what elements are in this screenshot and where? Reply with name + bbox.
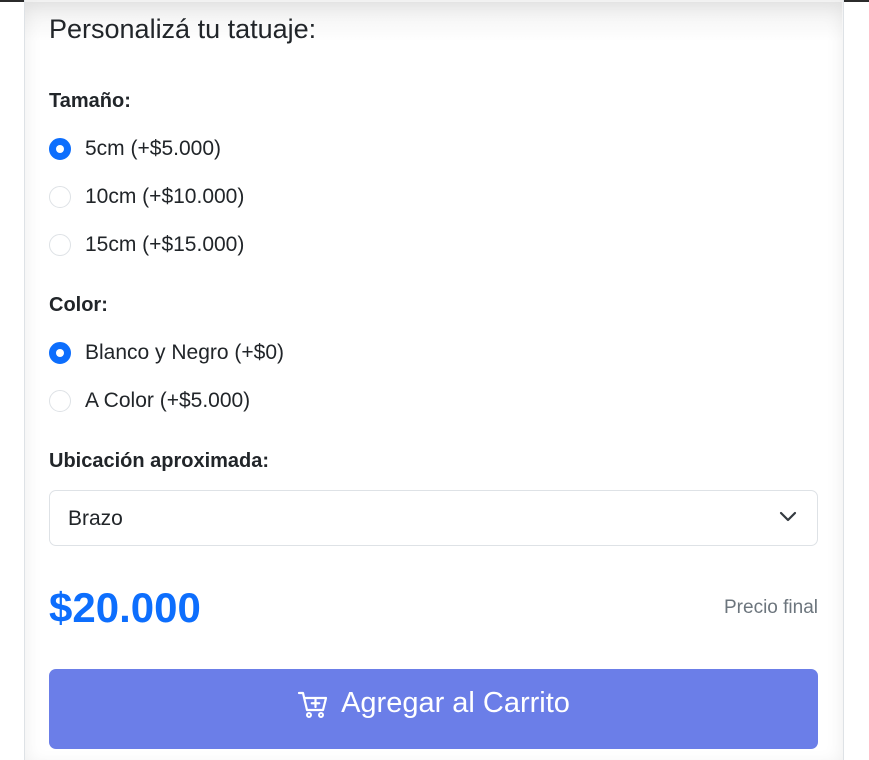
size-radio-10cm[interactable] (49, 186, 71, 208)
color-group-label: Color: (49, 294, 108, 316)
color-option-bw[interactable]: Blanco y Negro (+$0) (49, 340, 284, 366)
color-radio-color[interactable] (49, 390, 71, 412)
size-option-15cm[interactable]: 15cm (+$15.000) (49, 232, 244, 258)
location-select[interactable]: Brazo (49, 490, 818, 546)
size-option-label: 10cm (+$10.000) (85, 185, 245, 208)
add-to-cart-label: Agregar al Carrito (341, 687, 570, 719)
color-option-label: Blanco y Negro (+$0) (85, 341, 285, 364)
size-option-label: 5cm (+$5.000) (85, 137, 221, 160)
color-option-label: A Color (+$5.000) (85, 389, 251, 412)
add-to-cart-button[interactable]: Agregar al Carrito (49, 669, 818, 749)
size-option-5cm[interactable]: 5cm (+$5.000) (49, 136, 221, 162)
color-radio-bw[interactable] (49, 342, 71, 364)
color-option-color[interactable]: A Color (+$5.000) (49, 388, 250, 414)
size-radio-15cm[interactable] (49, 234, 71, 256)
customization-card (24, 0, 844, 760)
add-to-cart-content: Agregar al Carrito (297, 687, 570, 720)
final-price: $20.000 (49, 584, 201, 631)
size-group-label: Tamaño: (49, 90, 131, 112)
size-radio-5cm[interactable] (49, 138, 71, 160)
final-price-caption: Precio final (724, 597, 818, 618)
size-option-10cm[interactable]: 10cm (+$10.000) (49, 184, 244, 210)
location-selected-value: Brazo (68, 507, 123, 530)
form-title: Personalizá tu tatuaje: (49, 14, 317, 44)
chevron-down-icon (779, 511, 797, 522)
cart-plus-icon (297, 691, 328, 718)
location-label: Ubicación aproximada: (49, 450, 270, 472)
size-option-label: 15cm (+$15.000) (85, 233, 245, 256)
